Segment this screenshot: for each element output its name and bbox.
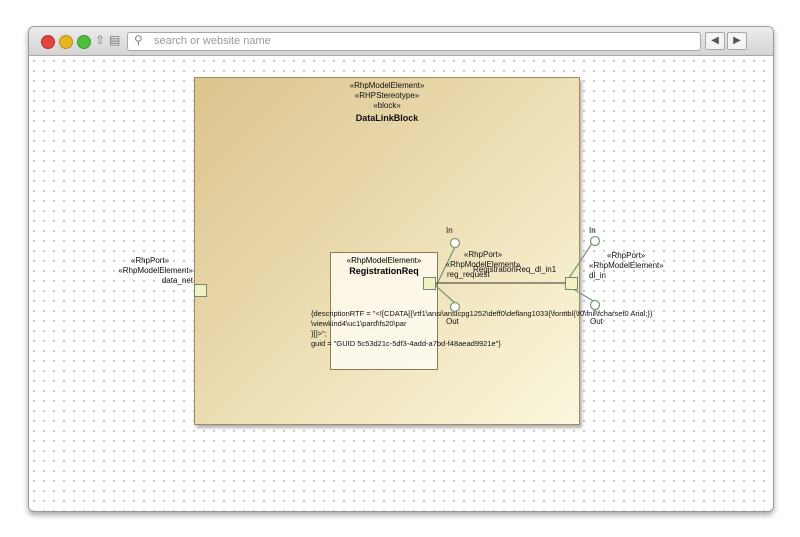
description-line: \viewkind4\uc1\pard\fs20\par: [311, 319, 407, 328]
description-line: }]]>";: [311, 329, 327, 338]
right-in-label: In: [589, 226, 596, 235]
port-stereotype: «RhpPort»: [463, 250, 503, 259]
right-port-stereotype: «RhpPort»: [607, 251, 646, 260]
maximize-button[interactable]: [77, 35, 91, 49]
description-annotation: {descriptionRTF = "<![CDATA[{\rtf1\ansi\…: [311, 309, 653, 349]
right-in-lollipop-icon: [589, 235, 601, 247]
inner-out-lollipop-stem: [435, 285, 456, 304]
close-button[interactable]: [41, 35, 55, 49]
description-line: guid = "GUID 5c53d21c-5df3-4add-a7bd-f48…: [311, 339, 501, 348]
share-icon[interactable]: ⇧: [95, 33, 105, 47]
port-stereotype: «RhpPort»: [130, 256, 170, 265]
forward-button[interactable]: ▶: [727, 32, 747, 50]
left-port-labels: «RhpPort» «RhpModelElement» data_net: [107, 256, 193, 286]
port-name: data_net: [161, 276, 193, 285]
right-port-stereotype: «RhpModelElement»: [589, 261, 664, 270]
inner-in-lollipop-icon: [449, 237, 461, 249]
reg-request-port[interactable]: [423, 277, 436, 290]
address-placeholder: search or website name: [154, 35, 271, 47]
search-icon: ⚲: [134, 33, 143, 47]
back-button[interactable]: ◀: [705, 32, 725, 50]
address-bar[interactable]: ⚲ search or website name: [127, 32, 701, 51]
minimize-button[interactable]: [59, 35, 73, 49]
inner-in-label: In: [446, 226, 453, 235]
dl-in-port[interactable]: [565, 277, 578, 290]
data-net-port[interactable]: [194, 284, 207, 297]
diagram-canvas: «RhpModelElement» «RHPStereotype» «block…: [29, 56, 773, 511]
right-port-name: dl_in: [589, 271, 606, 280]
browser-toolbar: ⇧ ▤ ⚲ search or website name ◀ ▶: [29, 27, 773, 56]
port-stereotype: «RhpModelElement»: [118, 266, 193, 275]
sidebar-icon[interactable]: ▤: [109, 33, 120, 47]
browser-window: ⇧ ▤ ⚲ search or website name ◀ ▶ «RhpMod…: [28, 26, 774, 512]
connector-label: RegistrationReq_dl_in1: [473, 265, 557, 274]
description-line: {descriptionRTF = "<![CDATA[{\rtf1\ansi\…: [311, 309, 653, 318]
